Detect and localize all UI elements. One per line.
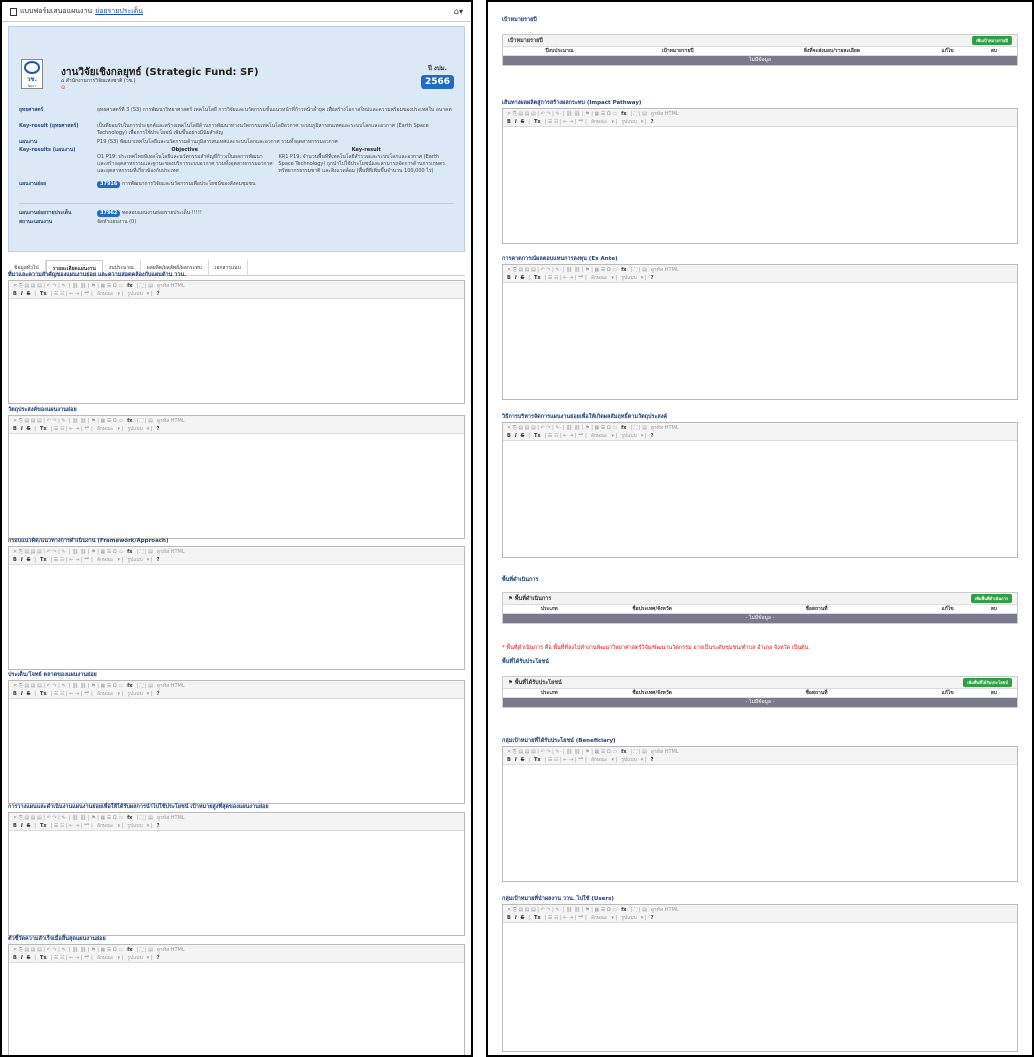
field-issues: ประเด็น/โจทย์ ตลาดของแผนงานย่อย ✕ ⎘ ▤ ▤ … xyxy=(8,670,465,804)
home-icon[interactable]: ⌂▾ xyxy=(454,7,463,16)
issue-badge[interactable]: 37962 xyxy=(97,210,121,217)
editor-toolbar: ✕ ⎘ ▤ ▤ ▤ | ↶ ↷ | ✎· | ⛓ ⛓ | ⚑ | ▦ ☰ Ω ▭… xyxy=(503,265,1017,283)
form-title: แบบฟอร์มเสนอแผนงาน xyxy=(20,7,93,15)
rich-text-editor[interactable]: ✕ ⎘ ▤ ▤ ▤ | ↶ ↷ | ✎· | ⛓ ⛓ | ⚑ | ▦ ☰ Ω ▭… xyxy=(8,812,465,936)
pin-icon: ⚑ xyxy=(508,679,513,686)
right-form-panel: เป้าหมายรายปี เป้าหมายรายปี เพิ่มเป้าหมาย… xyxy=(486,0,1034,1057)
fiscal-year: ปี งปม. 2566 xyxy=(420,63,454,89)
operation-area-title: พื้นที่ดำเนินการ xyxy=(502,577,539,583)
rich-text-editor[interactable]: ✕ ⎘ ▤ ▤ ▤ | ↶ ↷ | ✎· | ⛓ ⛓ | ⚑ | ▦ ☰ Ω ▭… xyxy=(502,746,1018,882)
field-indicators: ตัวชี้วัดความสำเร็จเมื่อสิ้นสุดแผนงานย่อ… xyxy=(8,934,465,1055)
rich-text-editor[interactable]: ✕ ⎘ ▤ ▤ ▤ | ↶ ↷ | ✎· | ⛓ ⛓ | ⚑ | ▦ ☰ Ω ▭… xyxy=(8,680,465,804)
field-management: วิธีการบริหารจัดการแผนงานย่อยเพื่อให้เกิ… xyxy=(502,412,1018,558)
no-data-row: - ไม่มีข้อมูล - xyxy=(503,614,1017,623)
editor-toolbar: ✕ ⎘ ▤ ▤ ▤ | ↶ ↷ | ✎· | ⛓ ⛓ | ⚑ | ▦ ☰ Ω ▭… xyxy=(9,945,464,963)
subplan-badge[interactable]: 37916 xyxy=(97,181,121,188)
editor-toolbar: ✕ ⎘ ▤ ▤ ▤ | ↶ ↷ | ✎· | ⛓ ⛓ | ⚑ | ▦ ☰ Ω ▭… xyxy=(9,547,464,565)
benefit-area-title: พื้นที่ได้รับประโยชน์ xyxy=(502,659,549,665)
topbar: แบบฟอร์มเสนอแผนงาน ย่อยรายประเด็น ⌂▾ xyxy=(2,2,471,22)
annual-targets-title: เป้าหมายรายปี xyxy=(502,17,537,23)
pin-icon: ⚑ xyxy=(508,595,513,602)
add-annual-target-button[interactable]: เพิ่มเป้าหมายรายปี xyxy=(972,36,1012,45)
nrct-logo: วช. NRCT xyxy=(21,59,43,89)
field-objectives: วัตถุประสงค์ของแผนงานย่อย ✕ ⎘ ▤ ▤ ▤ | ↶ … xyxy=(8,405,465,539)
no-data-row: - ไม่มีข้อมูล - xyxy=(503,698,1017,707)
benefit-area-table: ⚑ พื้นที่ได้รับประโยชน์ เพิ่มพื้นที่ได้รั… xyxy=(502,676,1018,708)
editor-toolbar: ✕ ⎘ ▤ ▤ ▤ | ↶ ↷ | ✎· | ⛓ ⛓ | ⚑ | ▦ ☰ Ω ▭… xyxy=(9,281,464,299)
field-ex-ante: การคาดการณ์ผลตอบแทนการลงทุน (Ex Ante) ✕ … xyxy=(502,254,1018,400)
field-users: กลุ่มเป้าหมายที่นำผลงาน ววน. ไปใช้ (User… xyxy=(502,894,1018,1052)
left-form-panel: แบบฟอร์มเสนอแผนงาน ย่อยรายประเด็น ⌂▾ วช.… xyxy=(0,0,473,1057)
rich-text-editor[interactable]: ✕ ⎘ ▤ ▤ ▤ | ↶ ↷ | ✎· | ⛓ ⛓ | ⚑ | ▦ ☰ Ω ▭… xyxy=(8,280,465,404)
field-framework: กรอบแนวคิด/แนวทางการดำเนินงาน (Framework… xyxy=(8,536,465,670)
rich-text-editor[interactable]: ✕ ⎘ ▤ ▤ ▤ | ↶ ↷ | ✎· | ⛓ ⛓ | ⚑ | ▦ ☰ Ω ▭… xyxy=(8,944,465,1055)
editor-toolbar: ✕ ⎘ ▤ ▤ ▤ | ↶ ↷ | ✎· | ⛓ ⛓ | ⚑ | ▦ ☰ Ω ▭… xyxy=(9,813,464,831)
rich-text-editor[interactable]: ✕ ⎘ ▤ ▤ ▤ | ↶ ↷ | ✎· | ⛓ ⛓ | ⚑ | ▦ ☰ Ω ▭… xyxy=(502,904,1018,1052)
document-icon xyxy=(10,7,17,16)
add-benefit-area-button[interactable]: เพิ่มพื้นที่ได้รับประโยชน์ xyxy=(963,678,1012,687)
info-icon: ⊙ xyxy=(61,85,66,91)
form-title-link[interactable]: ย่อยรายประเด็น xyxy=(95,6,143,17)
editor-toolbar: ✕ ⎘ ▤ ▤ ▤ | ↶ ↷ | ✎· | ⛓ ⛓ | ⚑ | ▦ ☰ Ω ▭… xyxy=(9,416,464,434)
fiscal-year-badge: 2566 xyxy=(420,75,454,89)
add-operation-area-button[interactable]: เพิ่มพื้นที่ดำเนินการ xyxy=(970,594,1012,603)
operation-area-note: * พื้นที่ดำเนินการ คือ พื้นที่ที่ลงไปทำง… xyxy=(502,645,809,651)
editor-toolbar: ✕ ⎘ ▤ ▤ ▤ | ↶ ↷ | ✎· | ⛓ ⛓ | ⚑ | ▦ ☰ Ω ▭… xyxy=(503,905,1017,923)
field-background: ที่มาและความสำคัญของแผนงานย่อย และความสอ… xyxy=(8,270,465,404)
field-impact-pathway: เส้นทางผลผลิตสู่การสร้างผลกระทบ (Impact … xyxy=(502,98,1018,244)
plan-details: ยุทธศาสตร์ ยุทธศาสตร์ที่ 3 (S3) การพัฒนาว… xyxy=(19,107,454,226)
operation-area-table: ⚑ พื้นที่ดำเนินการ เพิ่มพื้นที่ดำเนินการ … xyxy=(502,592,1018,624)
editor-toolbar: ✕ ⎘ ▤ ▤ ▤ | ↶ ↷ | ✎· | ⛓ ⛓ | ⚑ | ▦ ☰ Ω ▭… xyxy=(9,681,464,699)
rich-text-editor[interactable]: ✕ ⎘ ▤ ▤ ▤ | ↶ ↷ | ✎· | ⛓ ⛓ | ⚑ | ▦ ☰ Ω ▭… xyxy=(8,415,465,539)
plan-info-box: วช. NRCT งานวิจัยเชิงกลยุทธ์ (Strategic … xyxy=(8,26,465,252)
rich-text-editor[interactable]: ✕ ⎘ ▤ ▤ ▤ | ↶ ↷ | ✎· | ⛓ ⛓ | ⚑ | ▦ ☰ Ω ▭… xyxy=(8,546,465,670)
rich-text-editor[interactable]: ✕ ⎘ ▤ ▤ ▤ | ↶ ↷ | ✎· | ⛓ ⛓ | ⚑ | ▦ ☰ Ω ▭… xyxy=(502,108,1018,244)
field-beneficiary: กลุ่มเป้าหมายที่ได้รับประโยชน์ (Benefici… xyxy=(502,736,1018,882)
no-data-row: ไม่มีข้อมูล xyxy=(503,56,1017,65)
editor-toolbar: ✕ ⎘ ▤ ▤ ▤ | ↶ ↷ | ✎· | ⛓ ⛓ | ⚑ | ▦ ☰ Ω ▭… xyxy=(503,423,1017,441)
field-planning: การวางแผนและดำเนินงานแผนงานย่อยเพื่อให้ไ… xyxy=(8,802,465,936)
editor-toolbar: ✕ ⎘ ▤ ▤ ▤ | ↶ ↷ | ✎· | ⛓ ⛓ | ⚑ | ▦ ☰ Ω ▭… xyxy=(503,747,1017,765)
rich-text-editor[interactable]: ✕ ⎘ ▤ ▤ ▤ | ↶ ↷ | ✎· | ⛓ ⛓ | ⚑ | ▦ ☰ Ω ▭… xyxy=(502,422,1018,558)
rich-text-editor[interactable]: ✕ ⎘ ▤ ▤ ▤ | ↶ ↷ | ✎· | ⛓ ⛓ | ⚑ | ▦ ☰ Ω ▭… xyxy=(502,264,1018,400)
annual-targets-table: เป้าหมายรายปี เพิ่มเป้าหมายรายปี ปีงบประม… xyxy=(502,34,1018,66)
editor-toolbar: ✕ ⎘ ▤ ▤ ▤ | ↶ ↷ | ✎· | ⛓ ⛓ | ⚑ | ▦ ☰ Ω ▭… xyxy=(503,109,1017,127)
agency: ⌂ สำนักงานการวิจัยแห่งชาติ (วช.) ⊙ xyxy=(61,78,136,91)
gear-icon xyxy=(24,61,40,74)
